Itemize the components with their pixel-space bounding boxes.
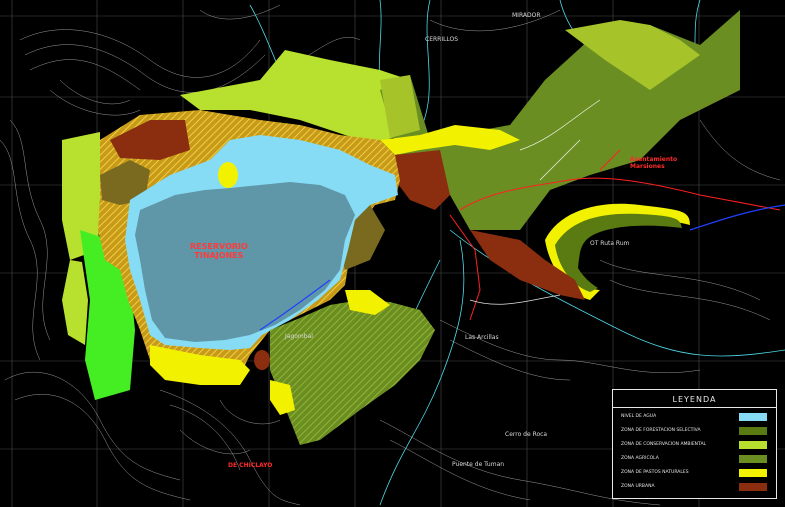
asentamiento-label: Asentamiento Marsiones (630, 156, 678, 170)
legend-box: LEYENDA NIVEL DE AGUA ZONA DE FORESTACIO… (612, 389, 777, 499)
legend-item-label: ZONA DE FORESTACION SELECTIVA (621, 428, 701, 433)
legend-item: ZONA AGRICOLA (621, 455, 769, 465)
legend-swatch-pasture (739, 469, 767, 477)
legend-item-label: ZONA AGRICOLA (621, 456, 659, 461)
legend-item-label: ZONA URBANA (621, 484, 655, 489)
legend-swatch-forestation (739, 427, 767, 435)
legend-item: ZONA DE PASTOS NATURALES (621, 469, 769, 479)
legend-swatch-urban (739, 483, 767, 491)
zone-urban-south (254, 350, 270, 370)
zone-urban-north (395, 150, 450, 210)
map-canvas: RESERVORIO TINAJONES MIRADOR CERRILLOS A… (0, 0, 785, 507)
legend-item-label: NIVEL DE AGUA (621, 414, 657, 419)
legend-swatch-agricultural (739, 455, 767, 463)
reservoir-island (218, 162, 238, 188)
mirador-label: MIRADOR (512, 12, 541, 19)
legend-title: LEYENDA (672, 395, 717, 404)
zone-urban-nw (110, 120, 190, 160)
ruta-label: OT Ruta Rum (590, 240, 630, 247)
las-arcillas-label: Las Arcillas (465, 334, 499, 341)
legend-divider (613, 407, 776, 408)
legend-item-label: ZONA DE CONSERVACION AMBIENTAL (621, 442, 707, 447)
zone-agricultural-south (270, 300, 435, 445)
cerro-de-roca-label: Cerro de Roca (505, 431, 548, 438)
legend-item-label: ZONA DE PASTOS NATURALES (621, 470, 689, 475)
cerrillos-label: CERRILLOS (425, 36, 459, 43)
legend-swatch-water (739, 413, 767, 421)
reservoir-label: RESERVORIO TINAJONES (190, 242, 248, 260)
legend-item: ZONA DE CONSERVACION AMBIENTAL (621, 441, 769, 451)
puente-de-tuman-label: Puente de Tuman (452, 461, 505, 468)
legend-item: ZONA DE FORESTACION SELECTIVA (621, 427, 769, 437)
de-chiclayo-label: DE CHICLAYO (228, 462, 273, 469)
legend-swatch-conservation (739, 441, 767, 449)
jaguar-label: Jagombal (285, 333, 313, 340)
legend-item: ZONA URBANA (621, 483, 769, 493)
legend-item: NIVEL DE AGUA (621, 413, 769, 423)
